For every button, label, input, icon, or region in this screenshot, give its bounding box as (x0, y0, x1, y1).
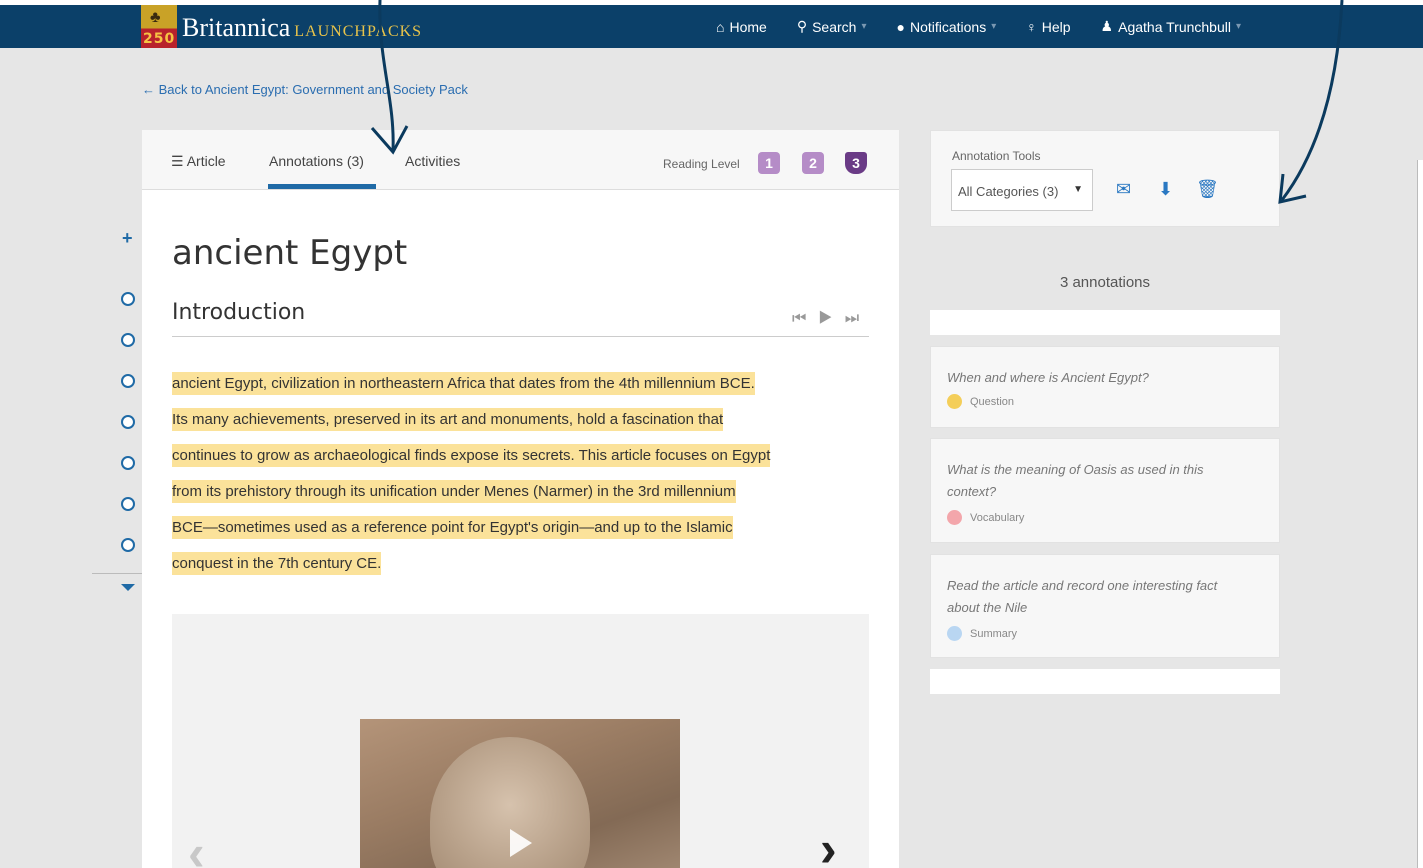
highlighted-line[interactable]: ancient Egypt, civilization in northeast… (172, 372, 755, 395)
category-filter-select[interactable]: All Categories (3) ▼ (951, 169, 1093, 211)
brand-title: Britannica (182, 13, 291, 42)
tree-icon: ♣ (150, 9, 161, 26)
section-heading: Introduction (172, 300, 306, 325)
annotation-category-label: Vocabulary (970, 511, 1025, 524)
article-paragraph: ancient Egypt, civilization in northeast… (172, 366, 872, 582)
search-icon: ⚲ (796, 18, 808, 34)
logo-number: 250 (143, 31, 176, 47)
audio-controls: ⏮▶⏭ (792, 310, 871, 328)
article-title: ancient Egypt (172, 233, 408, 273)
section-divider (172, 336, 869, 337)
home-icon: ⌂ (716, 18, 725, 35)
navbar: ♣ 250 Britannica LAUNCHPACKS ⌂ Home ⚲ Searc… (0, 5, 1423, 48)
add-annotation-icon[interactable]: + (122, 228, 133, 249)
nav-notifications[interactable]: ● Notifications ▾ (896, 18, 996, 35)
skip-back-icon[interactable]: ⏮ (792, 310, 818, 327)
caret-down-icon[interactable] (121, 584, 135, 591)
caret-down-icon: ▼ (1073, 184, 1083, 195)
annotation-marker[interactable] (121, 538, 135, 552)
chevron-down-icon: ▾ (1235, 21, 1241, 32)
reading-level-1[interactable]: 1 (758, 152, 780, 174)
category-filter-value: All Categories (3) (958, 184, 1059, 199)
list-icon: ☰ (171, 153, 184, 169)
active-tab-indicator (268, 184, 376, 189)
comment-icon: ● (896, 18, 905, 35)
annotation-marker[interactable] (121, 415, 135, 429)
chevron-down-icon: ▾ (991, 21, 997, 32)
skip-forward-icon[interactable]: ⏭ (845, 310, 871, 327)
annotation-strip (930, 310, 1280, 335)
annotation-category-label: Summary (970, 627, 1018, 640)
nav-home[interactable]: ⌂ Home (716, 18, 767, 35)
annotation-category: Question (947, 394, 1014, 409)
reading-level-3[interactable]: 3 (845, 152, 867, 174)
highlighted-line[interactable]: continues to grow as archaeological find… (172, 444, 771, 467)
nav-user-label: Agatha Trunchbull (1118, 18, 1231, 35)
highlighted-line[interactable]: conquest in the 7th century CE. (172, 552, 382, 575)
tab-annotations[interactable]: Annotations (3) (269, 153, 364, 169)
category-dot (947, 394, 962, 409)
annotation-card[interactable]: What is the meaning of Oasis as used in … (930, 438, 1280, 543)
envelope-icon[interactable]: ✉ (1116, 179, 1131, 200)
nav-search-label: Search (812, 18, 857, 35)
annotation-marker[interactable] (121, 456, 135, 470)
tab-article-label: Article (186, 153, 226, 169)
chevron-right-icon[interactable]: › (820, 820, 837, 868)
media-slideshow: ‹ › (172, 614, 869, 868)
annotation-category: Summary (947, 626, 1017, 641)
lightbulb-icon: ♀ (1026, 18, 1037, 35)
chevron-left-icon[interactable]: ‹ (188, 824, 205, 868)
annotation-text: When and where is Ancient Egypt? (947, 370, 1149, 385)
highlighted-line[interactable]: Its many achievements, preserved in its … (172, 408, 724, 431)
annotation-card[interactable]: Read the article and record one interest… (930, 554, 1280, 658)
callout-arrowhead-tools (1278, 173, 1307, 204)
arrow-left-icon: ← (142, 82, 155, 97)
nav-user[interactable]: ♟ Agatha Trunchbull ▾ (1101, 18, 1241, 35)
annotation-tools-label: Annotation Tools (952, 149, 1041, 163)
nav-home-label: Home (729, 18, 767, 35)
annotation-text: Read the article and record one interest… (947, 578, 1218, 615)
annotations-count: 3 annotations (1059, 274, 1151, 291)
annotation-marker[interactable] (121, 374, 135, 388)
window-right-frame (1417, 160, 1423, 868)
video-play-icon[interactable] (510, 829, 532, 857)
category-dot (947, 626, 962, 641)
nav-help[interactable]: ♀ Help (1026, 18, 1070, 35)
reading-level-2[interactable]: 2 (802, 152, 824, 174)
highlighted-line[interactable]: BCE—sometimes used as a reference point … (172, 516, 733, 539)
pharaoh-statue-image[interactable] (360, 719, 680, 868)
article-card: ☰ Article Annotations (3) Activities Rea… (142, 130, 899, 868)
back-link[interactable]: ← Back to Ancient Egypt: Government and … (142, 82, 468, 97)
nav-links: ⌂ Home ⚲ Search ▾ ● Notifications ▾ ♀ Help ♟ Ag… (716, 18, 1241, 35)
annotation-tools-panel: Annotation Tools All Categories (3) ▼ ✉ … (930, 130, 1280, 227)
nav-search[interactable]: ⚲ Search ▾ (797, 18, 867, 35)
annotation-card[interactable]: When and where is Ancient Egypt? Questio… (930, 346, 1280, 428)
brand-subtitle: LAUNCHPACKS (294, 23, 423, 40)
annotation-category: Vocabulary (947, 510, 1024, 525)
user-icon: ♟ (1100, 18, 1114, 34)
back-link-label: Back to Ancient Egypt: Government and So… (158, 82, 468, 97)
annotation-text: What is the meaning of Oasis as used in … (947, 462, 1204, 499)
nav-help-label: Help (1041, 18, 1071, 35)
brand-name[interactable]: Britannica LAUNCHPACKS (182, 13, 422, 43)
article-tabs: ☰ Article Annotations (3) Activities Rea… (142, 130, 899, 190)
download-icon[interactable]: ⬇ (1158, 179, 1173, 200)
category-dot (947, 510, 962, 525)
annotation-marker[interactable] (121, 497, 135, 511)
tab-article[interactable]: ☰ Article (171, 153, 226, 170)
chevron-down-icon: ▾ (861, 21, 867, 32)
tab-activities[interactable]: Activities (405, 153, 460, 169)
trash-icon[interactable]: 🗑 (1196, 179, 1219, 200)
play-icon[interactable]: ▶ (818, 310, 844, 327)
annotation-marker[interactable] (121, 333, 135, 347)
annotation-strip (930, 669, 1280, 694)
annotation-marker[interactable] (121, 292, 135, 306)
highlighted-line[interactable]: from its prehistory through its unificat… (172, 480, 736, 503)
nav-notifications-label: Notifications (909, 18, 987, 35)
reading-level-label: Reading Level (663, 157, 740, 171)
britannica-logo[interactable]: ♣ 250 (141, 5, 177, 48)
annotation-category-label: Question (970, 395, 1015, 408)
